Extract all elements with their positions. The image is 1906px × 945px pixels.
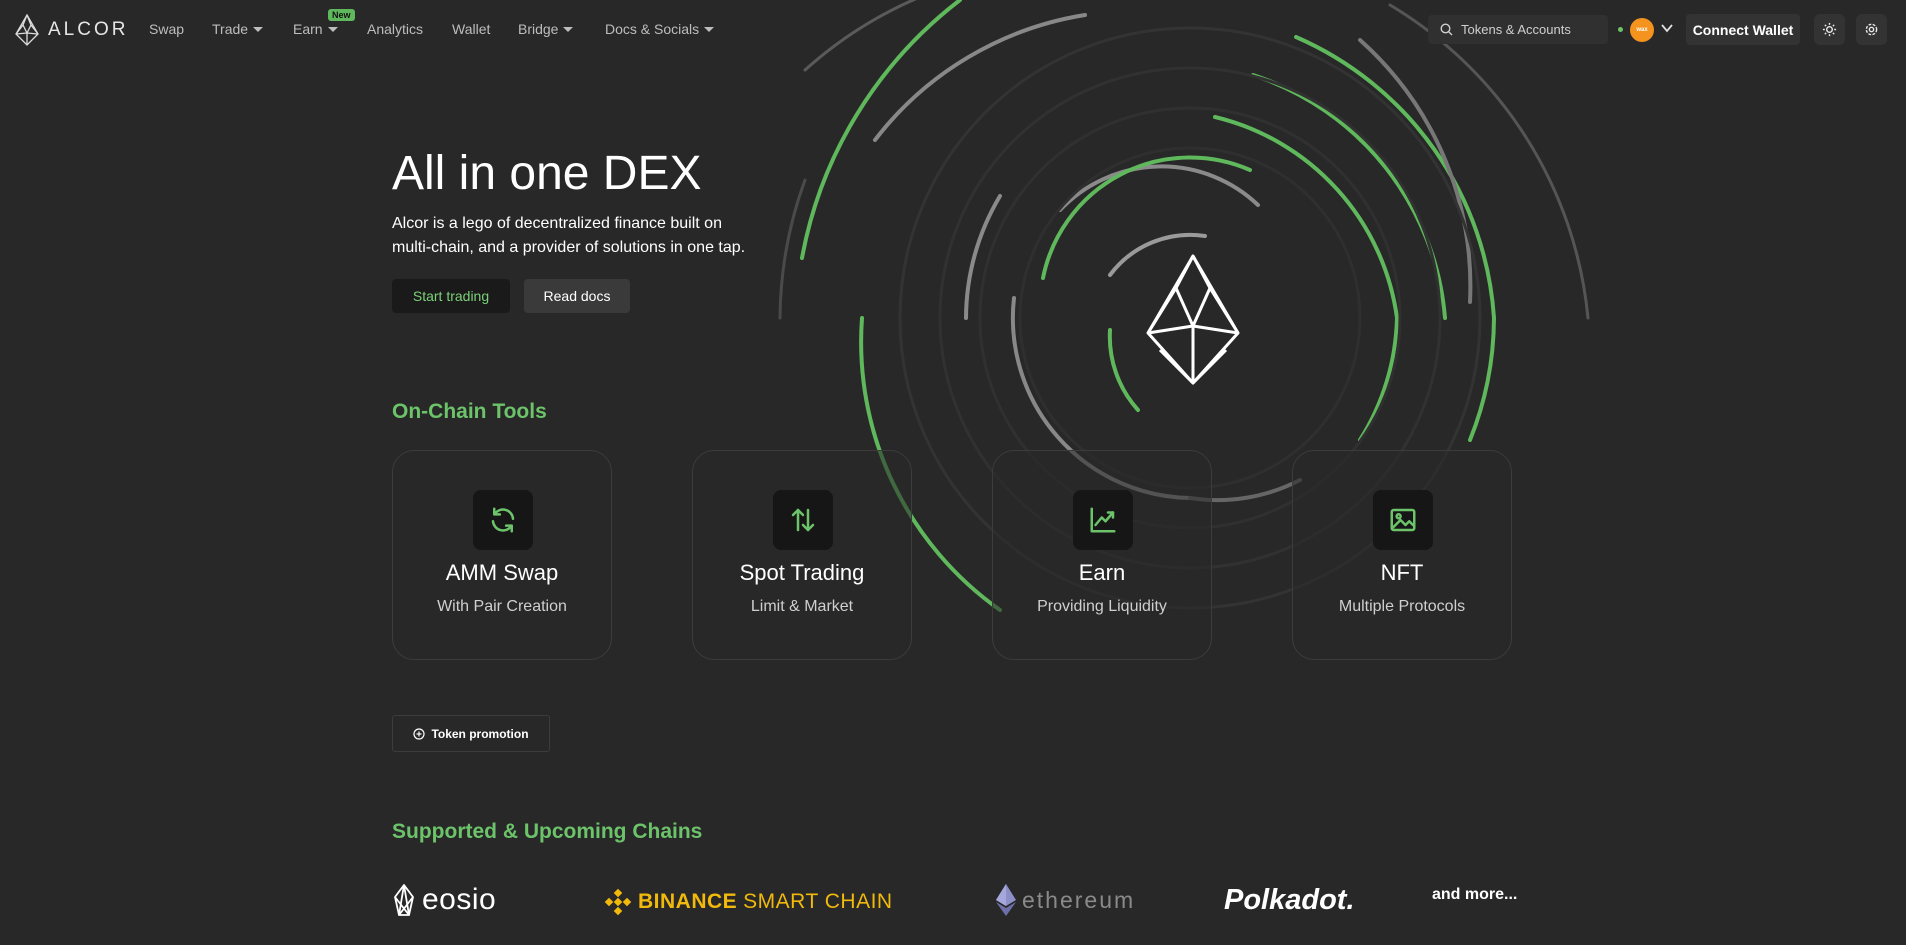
caret-down-icon bbox=[704, 27, 715, 32]
on-chain-tools-title: On-Chain Tools bbox=[392, 400, 547, 423]
polkadot-text: Polkadot. bbox=[1224, 884, 1355, 916]
nav-analytics[interactable]: Analytics bbox=[367, 21, 423, 37]
plus-circle-icon bbox=[413, 727, 426, 740]
nav-docs-socials[interactable]: Docs & Socials bbox=[605, 21, 715, 37]
binance-text: BINANCE bbox=[638, 890, 738, 913]
image-icon bbox=[1373, 490, 1433, 550]
chain-eosio: eosio bbox=[392, 883, 496, 917]
ethereum-icon bbox=[996, 884, 1016, 916]
settings-button[interactable] bbox=[1856, 14, 1887, 45]
connect-wallet-button[interactable]: Connect Wallet bbox=[1686, 14, 1800, 45]
nav-trade[interactable]: Trade bbox=[212, 21, 264, 37]
card-subtitle: Multiple Protocols bbox=[1338, 598, 1466, 615]
nav-trade-label: Trade bbox=[212, 21, 249, 37]
nav-bridge[interactable]: Bridge bbox=[518, 21, 574, 37]
eosio-logo-icon bbox=[394, 884, 414, 916]
nav-wallet-label: Wallet bbox=[452, 21, 491, 37]
ethereum-logo-icon bbox=[1146, 254, 1240, 385]
search-placeholder: Tokens & Accounts bbox=[1461, 22, 1571, 37]
token-promotion-label: Token promotion bbox=[431, 726, 529, 741]
chevron-down-icon[interactable] bbox=[1660, 21, 1674, 35]
alcor-logo[interactable]: ALCOR bbox=[14, 14, 128, 46]
nav-docs-label: Docs & Socials bbox=[605, 21, 700, 37]
tool-card-nft[interactable]: NFT Multiple Protocols bbox=[1292, 450, 1512, 660]
search-icon bbox=[1440, 23, 1453, 36]
network-badge-text: wax bbox=[1636, 27, 1648, 33]
search-input[interactable]: Tokens & Accounts bbox=[1428, 15, 1608, 44]
ethereum-text: ethereum bbox=[1022, 886, 1136, 913]
card-title: AMM Swap bbox=[445, 560, 559, 585]
hero-subtitle: Alcor is a lego of decentralized finance… bbox=[392, 215, 746, 256]
read-docs-button[interactable]: Read docs bbox=[524, 279, 630, 313]
start-trading-button[interactable]: Start trading bbox=[392, 279, 510, 313]
hero-title: All in one DEX bbox=[392, 147, 702, 200]
card-title: Earn bbox=[1078, 560, 1126, 585]
caret-down-icon bbox=[253, 27, 264, 32]
refresh-icon bbox=[473, 490, 533, 550]
chain-ethereum: ethereum bbox=[996, 884, 1135, 916]
top-navigation: ALCOR Swap Trade Earn New Analytics Wall… bbox=[0, 0, 1906, 58]
binance-logo-icon bbox=[604, 888, 632, 916]
alcor-logo-icon bbox=[15, 14, 39, 46]
tool-card-earn[interactable]: Earn Providing Liquidity bbox=[992, 450, 1212, 660]
chart-line-icon bbox=[1073, 490, 1133, 550]
nav-swap-label: Swap bbox=[149, 21, 185, 37]
hero-illustration bbox=[778, 0, 1590, 612]
theme-toggle-button[interactable] bbox=[1814, 14, 1845, 45]
swap-vertical-icon bbox=[773, 490, 833, 550]
smart-chain-text: SMART CHAIN bbox=[743, 890, 893, 913]
network-avatar[interactable]: wax bbox=[1630, 18, 1654, 42]
network-status-dot bbox=[1618, 27, 1623, 32]
chain-binance: BINANCE SMART CHAIN bbox=[604, 888, 893, 916]
nav-analytics-label: Analytics bbox=[367, 21, 424, 37]
card-title: Spot Trading bbox=[739, 560, 865, 585]
card-subtitle: Providing Liquidity bbox=[1037, 598, 1167, 615]
logo-text: ALCOR bbox=[48, 19, 129, 40]
token-promotion-button[interactable]: Token promotion bbox=[392, 715, 550, 752]
caret-down-icon bbox=[327, 27, 338, 32]
tool-card-spot-trading[interactable]: Spot Trading Limit & Market bbox=[692, 450, 912, 660]
and-more-text: and more... bbox=[1432, 886, 1518, 903]
caret-down-icon bbox=[563, 27, 574, 32]
nav-bridge-label: Bridge bbox=[518, 21, 559, 37]
supported-chains-title: Supported & Upcoming Chains bbox=[392, 820, 703, 843]
chain-polkadot: Polkadot. bbox=[1224, 884, 1355, 917]
tool-card-amm-swap[interactable]: AMM Swap With Pair Creation bbox=[392, 450, 612, 660]
card-subtitle: With Pair Creation bbox=[437, 598, 567, 615]
gear-icon bbox=[1865, 23, 1878, 36]
card-subtitle: Limit & Market bbox=[750, 598, 854, 615]
nav-wallet[interactable]: Wallet bbox=[452, 21, 490, 37]
sun-icon bbox=[1822, 22, 1837, 37]
card-title: NFT bbox=[1380, 560, 1424, 585]
nav-earn-label: Earn bbox=[293, 21, 323, 37]
nav-swap[interactable]: Swap bbox=[149, 21, 184, 37]
nav-earn[interactable]: Earn bbox=[293, 21, 338, 37]
eosio-text: eosio bbox=[422, 883, 497, 916]
new-badge: New bbox=[328, 9, 355, 21]
